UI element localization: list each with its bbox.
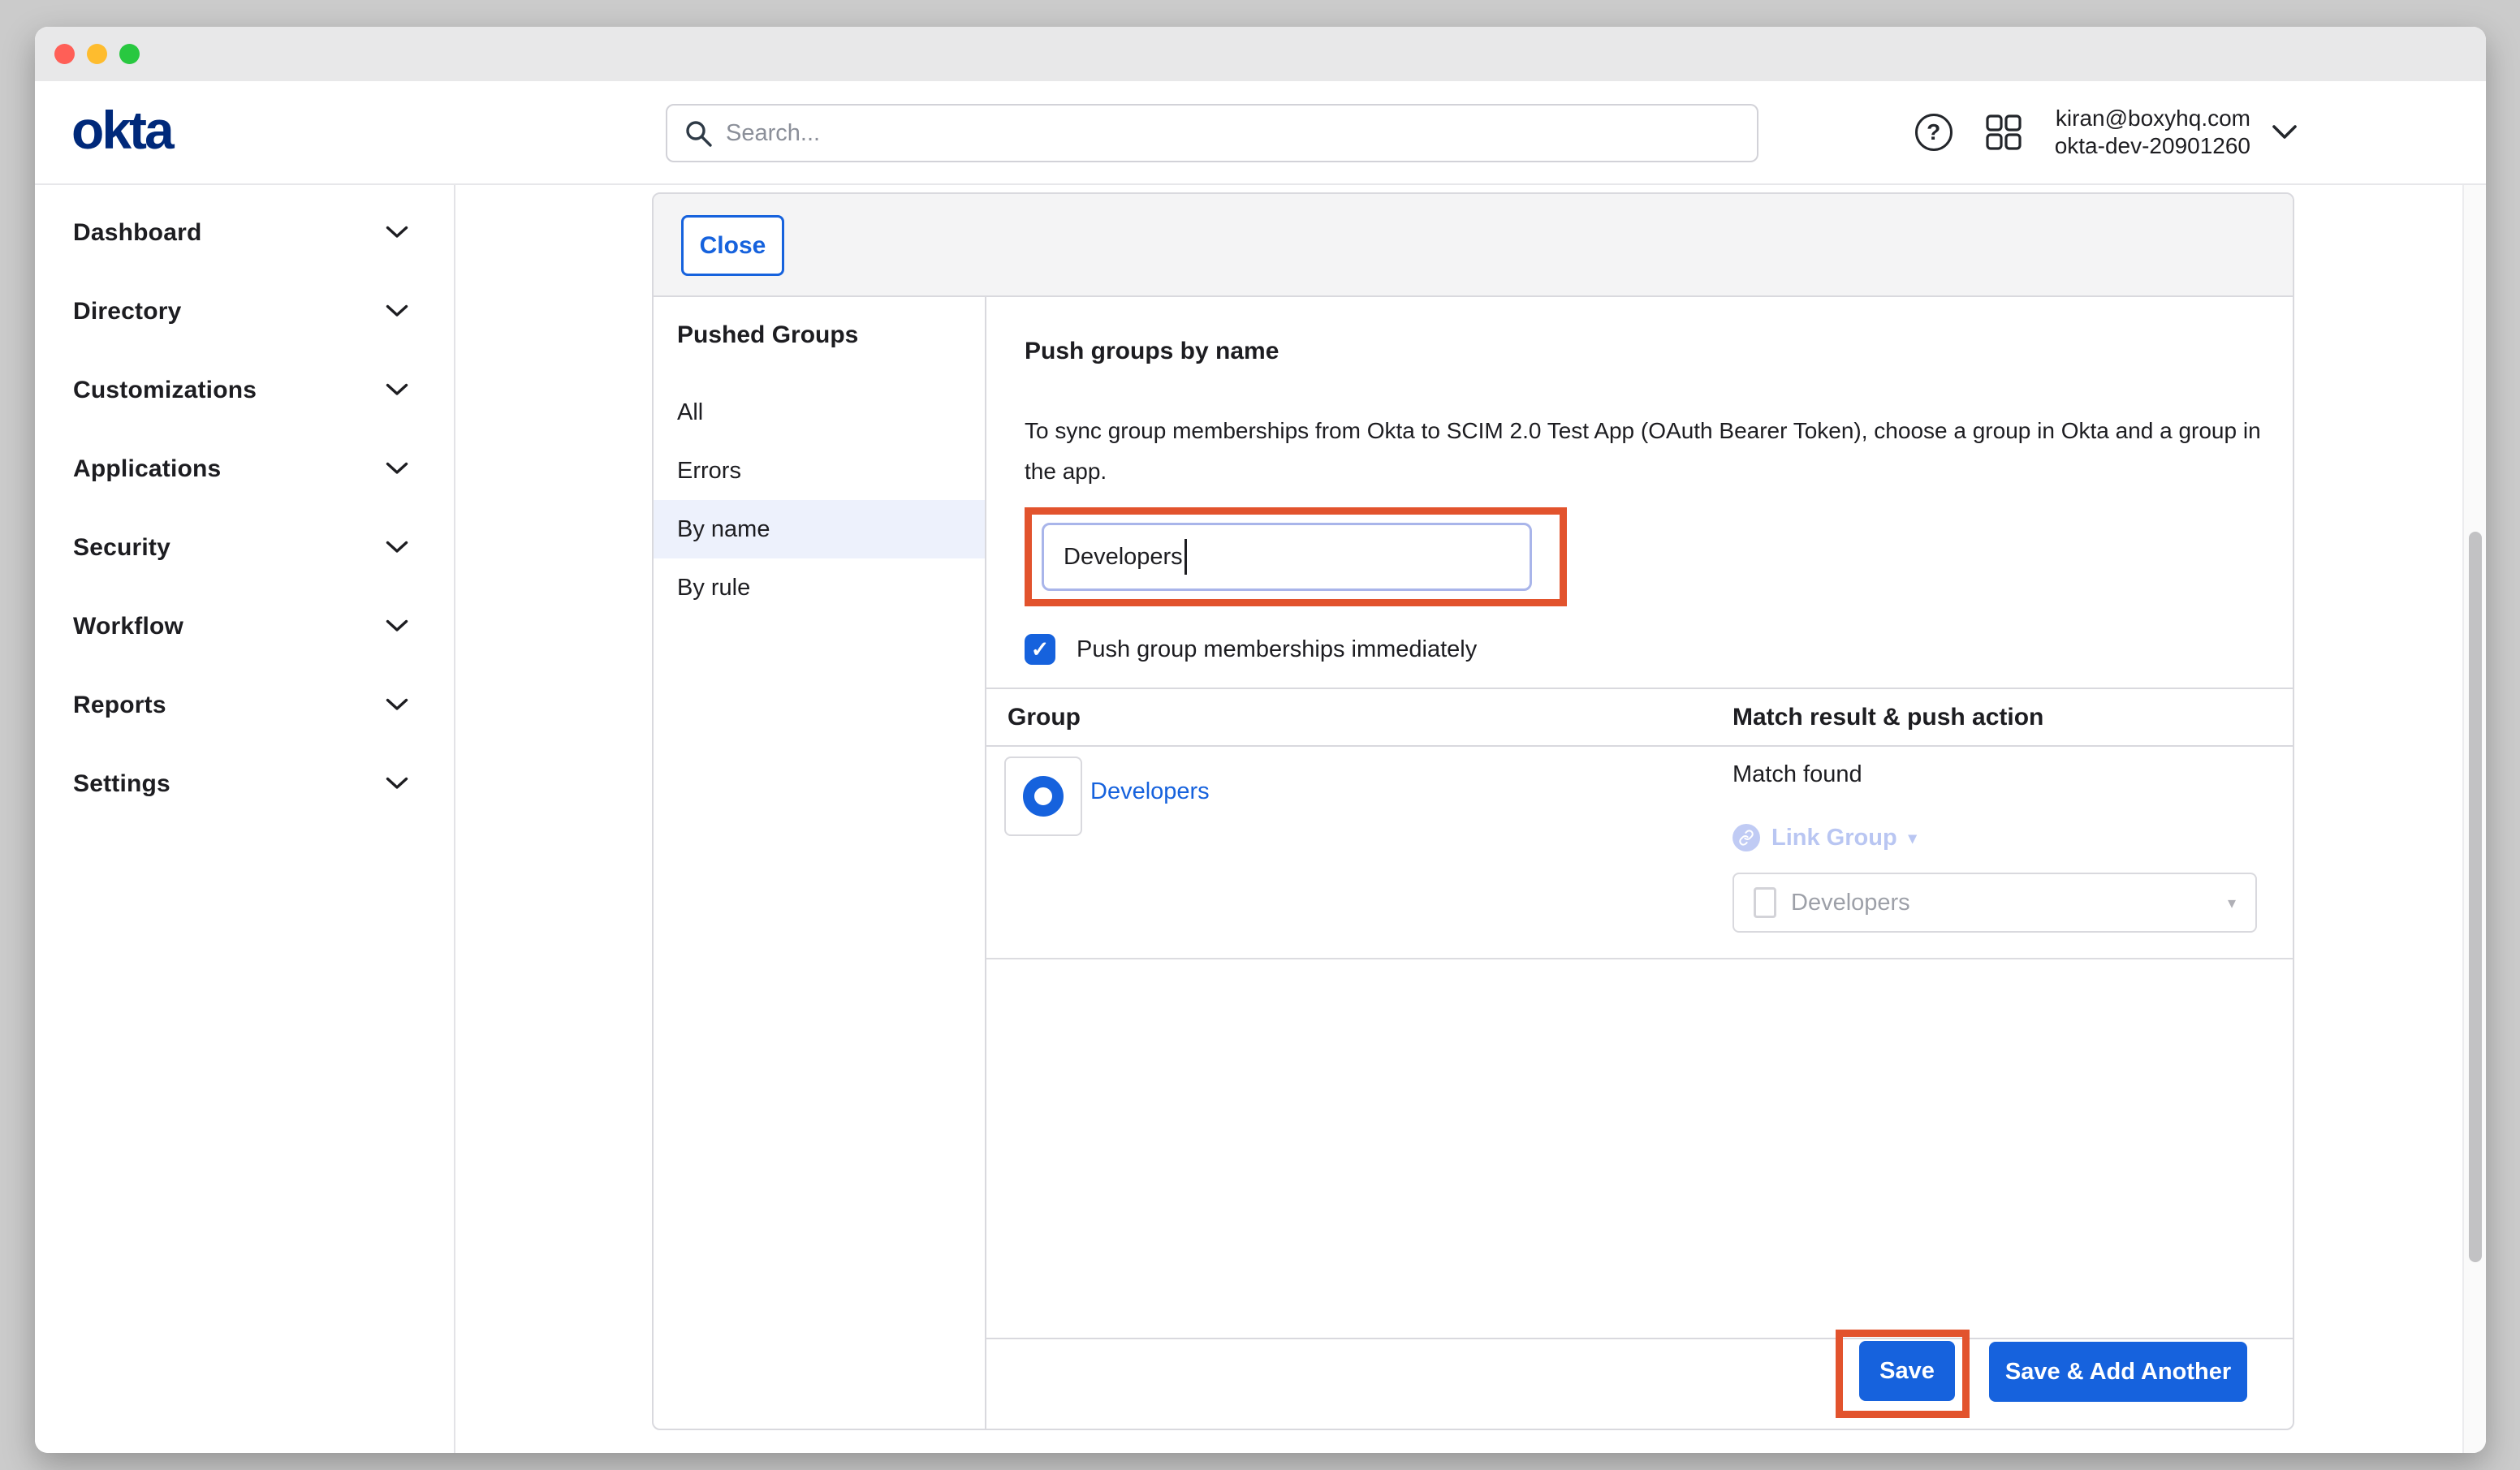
column-match-result: Match result & push action bbox=[1732, 704, 2293, 731]
window-close-button[interactable] bbox=[54, 44, 75, 64]
app-body: Dashboard Directory Customizations Appli… bbox=[35, 185, 2486, 1453]
sidebar-item-security[interactable]: Security bbox=[35, 508, 454, 587]
save-add-another-button[interactable]: Save & Add Another bbox=[1989, 1342, 2247, 1402]
chevron-down-icon bbox=[386, 462, 408, 476]
form-top: Push groups by name To sync group member… bbox=[986, 297, 2293, 665]
main-content: Close Pushed Groups All Errors By name B… bbox=[455, 185, 2486, 1453]
scrollbar-thumb[interactable] bbox=[2469, 532, 2482, 1262]
scrollbar-track[interactable] bbox=[2462, 185, 2486, 1453]
push-groups-panel: Close Pushed Groups All Errors By name B… bbox=[652, 192, 2294, 1430]
save-button[interactable]: Save bbox=[1859, 1341, 1955, 1401]
chevron-down-icon bbox=[386, 383, 408, 397]
sidebar-item-directory[interactable]: Directory bbox=[35, 272, 454, 351]
group-cell: Developers bbox=[986, 747, 1732, 958]
link-group-button[interactable]: Link Group ▾ bbox=[1732, 824, 2293, 851]
chevron-down-icon bbox=[386, 541, 408, 554]
push-immediately-checkbox[interactable]: ✓ bbox=[1025, 634, 1055, 665]
search-icon bbox=[684, 119, 713, 148]
pushed-groups-title: Pushed Groups bbox=[654, 321, 985, 349]
link-group-label: Link Group bbox=[1771, 825, 1897, 851]
chevron-down-icon bbox=[386, 698, 408, 712]
push-immediately-row: ✓ Push group memberships immediately bbox=[1025, 634, 2293, 665]
form-title: Push groups by name bbox=[1025, 338, 2293, 365]
app-window: okta ? kiran@boxyhq.com okta-dev-2090126… bbox=[35, 27, 2486, 1453]
app-header: okta ? kiran@boxyhq.com okta-dev-2090126… bbox=[35, 81, 2486, 185]
push-immediately-label: Push group memberships immediately bbox=[1077, 636, 1477, 663]
sidebar-item-applications[interactable]: Applications bbox=[35, 429, 454, 508]
link-icon bbox=[1732, 824, 1760, 851]
target-group-dropdown[interactable]: Developers ▾ bbox=[1732, 873, 2257, 933]
nav-item-all[interactable]: All bbox=[654, 383, 985, 442]
panel-footer: Save Save & Add Another bbox=[986, 1338, 2293, 1429]
column-group: Group bbox=[986, 704, 1732, 731]
caret-down-icon: ▾ bbox=[2228, 893, 2236, 913]
close-button[interactable]: Close bbox=[681, 215, 784, 276]
push-by-name-form: Push groups by name To sync group member… bbox=[986, 297, 2293, 1429]
sidebar-item-workflow[interactable]: Workflow bbox=[35, 587, 454, 666]
sidebar-item-reports[interactable]: Reports bbox=[35, 666, 454, 744]
annotation-highlight-input: Developers bbox=[1025, 507, 1567, 606]
account-org: okta-dev-20901260 bbox=[2055, 132, 2250, 160]
sidebar-item-settings[interactable]: Settings bbox=[35, 744, 454, 823]
annotation-highlight-save: Save bbox=[1836, 1330, 1970, 1418]
group-name-link[interactable]: Developers bbox=[1090, 778, 1210, 805]
account-menu[interactable]: kiran@boxyhq.com okta-dev-20901260 bbox=[2055, 105, 2298, 160]
match-result-cell: Match found Link Group bbox=[1732, 747, 2293, 958]
chevron-down-icon bbox=[386, 304, 408, 318]
search-input[interactable] bbox=[726, 120, 1741, 147]
sidebar-item-customizations[interactable]: Customizations bbox=[35, 351, 454, 429]
sidebar-item-dashboard[interactable]: Dashboard bbox=[35, 193, 454, 272]
match-status: Match found bbox=[1732, 761, 2293, 788]
window-controls bbox=[54, 44, 140, 64]
account-email: kiran@boxyhq.com bbox=[2055, 105, 2250, 132]
form-description: To sync group memberships from Okta to S… bbox=[1025, 411, 2275, 492]
apps-grid-icon[interactable] bbox=[1985, 114, 2022, 151]
match-table-header: Group Match result & push action bbox=[986, 689, 2293, 747]
group-logo-card bbox=[1004, 757, 1082, 836]
chevron-down-icon bbox=[386, 226, 408, 239]
window-zoom-button[interactable] bbox=[119, 44, 140, 64]
account-info: kiran@boxyhq.com okta-dev-20901260 bbox=[2055, 105, 2250, 160]
group-placeholder-icon bbox=[1754, 887, 1776, 918]
okta-logo: okta bbox=[71, 99, 172, 161]
panel-header: Close bbox=[654, 194, 2293, 297]
nav-item-by-rule[interactable]: By rule bbox=[654, 558, 985, 617]
match-table: Group Match result & push action bbox=[986, 688, 2293, 959]
group-name-input[interactable]: Developers bbox=[1042, 523, 1532, 591]
okta-o-icon bbox=[1023, 776, 1064, 817]
nav-item-by-name[interactable]: By name bbox=[654, 500, 985, 558]
target-group-value: Developers bbox=[1791, 890, 1910, 916]
search-box[interactable] bbox=[666, 104, 1758, 162]
panel-body: Pushed Groups All Errors By name By rule… bbox=[654, 297, 2293, 1429]
group-name-input-value: Developers bbox=[1064, 544, 1183, 571]
chevron-down-icon bbox=[386, 619, 408, 633]
main-sidebar: Dashboard Directory Customizations Appli… bbox=[35, 185, 455, 1453]
window-titlebar bbox=[35, 27, 2486, 81]
caret-down-icon: ▾ bbox=[1909, 828, 1917, 848]
window-minimize-button[interactable] bbox=[87, 44, 107, 64]
pushed-groups-nav: Pushed Groups All Errors By name By rule bbox=[654, 297, 986, 1429]
header-actions: ? kiran@boxyhq.com okta-dev-20901260 bbox=[1915, 81, 2298, 183]
chevron-down-icon bbox=[2272, 124, 2298, 140]
help-icon[interactable]: ? bbox=[1915, 114, 1953, 151]
text-cursor bbox=[1184, 539, 1187, 575]
chevron-down-icon bbox=[386, 777, 408, 791]
nav-item-errors[interactable]: Errors bbox=[654, 442, 985, 500]
table-row: Developers Match found bbox=[986, 747, 2293, 959]
